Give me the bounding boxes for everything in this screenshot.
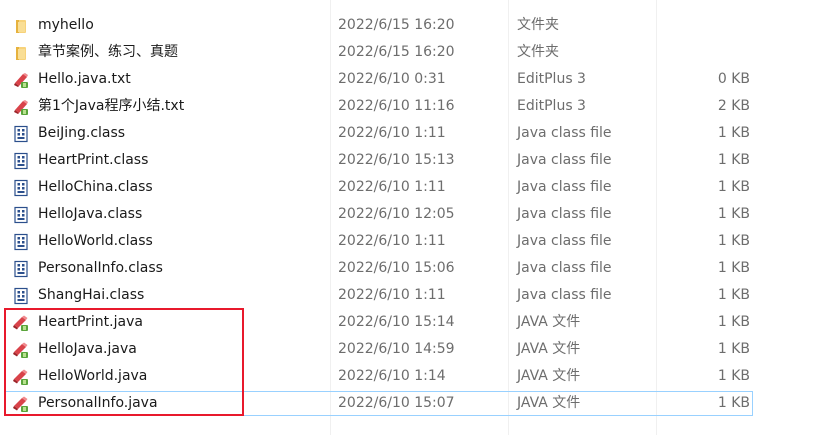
file-row-hello-java-txt[interactable]: Hello.java.txt 2022/6/10 0:31 EditPlus 3 0 …	[0, 66, 820, 93]
file-type: EditPlus 3	[517, 98, 586, 114]
file-name: myhello	[38, 17, 94, 33]
file-date-modified: 2022/6/10 15:07	[338, 395, 455, 411]
file-name: HeartPrint.java	[38, 314, 143, 330]
file-date-modified: 2022/6/15 16:20	[338, 17, 455, 33]
file-name: HelloJava.class	[38, 206, 143, 222]
class-file-icon	[12, 206, 30, 224]
file-row-item[interactable]: 章节案例、练习、真题 2022/6/15 16:20 文件夹	[0, 39, 820, 66]
file-type: 文件夹	[517, 17, 559, 33]
file-size: 1 KB	[717, 341, 750, 357]
file-row-helloworld-class[interactable]: HelloWorld.class 2022/6/10 1:11 Java class…	[0, 228, 820, 255]
file-name: PersonalInfo.java	[38, 395, 158, 411]
file-date-modified: 2022/6/10 1:11	[338, 287, 446, 303]
file-size: 1 KB	[717, 395, 750, 411]
file-name: 章节案例、练习、真题	[38, 44, 178, 60]
file-type: EditPlus 3	[517, 71, 586, 87]
file-name: Hello.java.txt	[38, 71, 131, 87]
file-date-modified: 2022/6/10 15:14	[338, 314, 455, 330]
file-type: Java class file	[517, 260, 612, 276]
file-row-1-java-txt[interactable]: 第1个Java程序小结.txt 2022/6/10 11:16 EditPlus 3…	[0, 93, 820, 120]
file-row-shanghai-class[interactable]: ShangHai.class 2022/6/10 1:11 Java class f…	[0, 282, 820, 309]
file-type: Java class file	[517, 206, 612, 222]
file-name: HelloChina.class	[38, 179, 153, 195]
file-name: ShangHai.class	[38, 287, 145, 303]
file-name: HelloJava.java	[38, 341, 137, 357]
file-size: 1 KB	[717, 314, 750, 330]
file-size: 1 KB	[717, 368, 750, 384]
file-type: JAVA 文件	[517, 368, 581, 384]
file-row-heartprint-class[interactable]: HeartPrint.class 2022/6/10 15:13 Java clas…	[0, 147, 820, 174]
file-name: PersonalInfo.class	[38, 260, 163, 276]
file-date-modified: 2022/6/10 1:14	[338, 368, 446, 384]
file-row-helloworld-java[interactable]: HelloWorld.java 2022/6/10 1:14 JAVA 文件 1 KB	[0, 363, 820, 390]
file-date-modified: 2022/6/10 15:13	[338, 152, 455, 168]
file-size: 1 KB	[717, 125, 750, 141]
file-row-personalinfo-class[interactable]: PersonalInfo.class 2022/6/10 15:06 Java cl…	[0, 255, 820, 282]
folder-icon	[12, 17, 30, 35]
folder-icon	[12, 44, 30, 62]
file-row-beijing-class[interactable]: BeiJing.class 2022/6/10 1:11 Java class fi…	[0, 120, 820, 147]
file-type: Java class file	[517, 233, 612, 249]
file-type: Java class file	[517, 152, 612, 168]
file-date-modified: 2022/6/10 0:31	[338, 71, 446, 87]
file-row-personalinfo-java[interactable]: PersonalInfo.java 2022/6/10 15:07 JAVA 文件 1…	[0, 390, 820, 417]
file-type: JAVA 文件	[517, 314, 581, 330]
class-file-icon	[12, 125, 30, 143]
class-file-icon	[12, 233, 30, 251]
file-size: 1 KB	[717, 152, 750, 168]
class-file-icon	[12, 287, 30, 305]
file-name: 第1个Java程序小结.txt	[38, 98, 185, 114]
file-size: 1 KB	[717, 179, 750, 195]
file-row-hellojava-java[interactable]: HelloJava.java 2022/6/10 14:59 JAVA 文件 1 KB	[0, 336, 820, 363]
file-type: Java class file	[517, 179, 612, 195]
file-name: HelloWorld.java	[38, 368, 148, 384]
file-type: JAVA 文件	[517, 341, 581, 357]
file-size: 1 KB	[717, 206, 750, 222]
java-file-icon	[12, 314, 30, 332]
file-date-modified: 2022/6/10 15:06	[338, 260, 455, 276]
file-row-myhello[interactable]: myhello 2022/6/15 16:20 文件夹	[0, 12, 820, 39]
file-date-modified: 2022/6/15 16:20	[338, 44, 455, 60]
file-size: 0 KB	[717, 71, 750, 87]
file-row-heartprint-java[interactable]: HeartPrint.java 2022/6/10 15:14 JAVA 文件 1 K…	[0, 309, 820, 336]
file-date-modified: 2022/6/10 1:11	[338, 125, 446, 141]
file-name: BeiJing.class	[38, 125, 126, 141]
file-date-modified: 2022/6/10 14:59	[338, 341, 455, 357]
file-date-modified: 2022/6/10 1:11	[338, 233, 446, 249]
class-file-icon	[12, 179, 30, 197]
file-type: 文件夹	[517, 44, 559, 60]
file-type: Java class file	[517, 287, 612, 303]
file-date-modified: 2022/6/10 11:16	[338, 98, 455, 114]
file-date-modified: 2022/6/10 12:05	[338, 206, 455, 222]
java-file-icon	[12, 341, 30, 359]
file-name: HelloWorld.class	[38, 233, 153, 249]
java-file-icon	[12, 395, 30, 413]
file-row-hellojava-class[interactable]: HelloJava.class 2022/6/10 12:05 Java class…	[0, 201, 820, 228]
file-size: 2 KB	[717, 98, 750, 114]
file-size: 1 KB	[717, 260, 750, 276]
class-file-icon	[12, 260, 30, 278]
file-row-hellochina-class[interactable]: HelloChina.class 2022/6/10 1:11 Java class…	[0, 174, 820, 201]
file-type: Java class file	[517, 125, 612, 141]
file-size: 1 KB	[717, 287, 750, 303]
file-date-modified: 2022/6/10 1:11	[338, 179, 446, 195]
file-size: 1 KB	[717, 233, 750, 249]
file-list: myhello 2022/6/15 16:20 文件夹 章节案例、练习、真题 2022…	[0, 12, 820, 417]
editplus-file-icon	[12, 98, 30, 116]
file-name: HeartPrint.class	[38, 152, 149, 168]
file-type: JAVA 文件	[517, 395, 581, 411]
editplus-file-icon	[12, 71, 30, 89]
class-file-icon	[12, 152, 30, 170]
java-file-icon	[12, 368, 30, 386]
